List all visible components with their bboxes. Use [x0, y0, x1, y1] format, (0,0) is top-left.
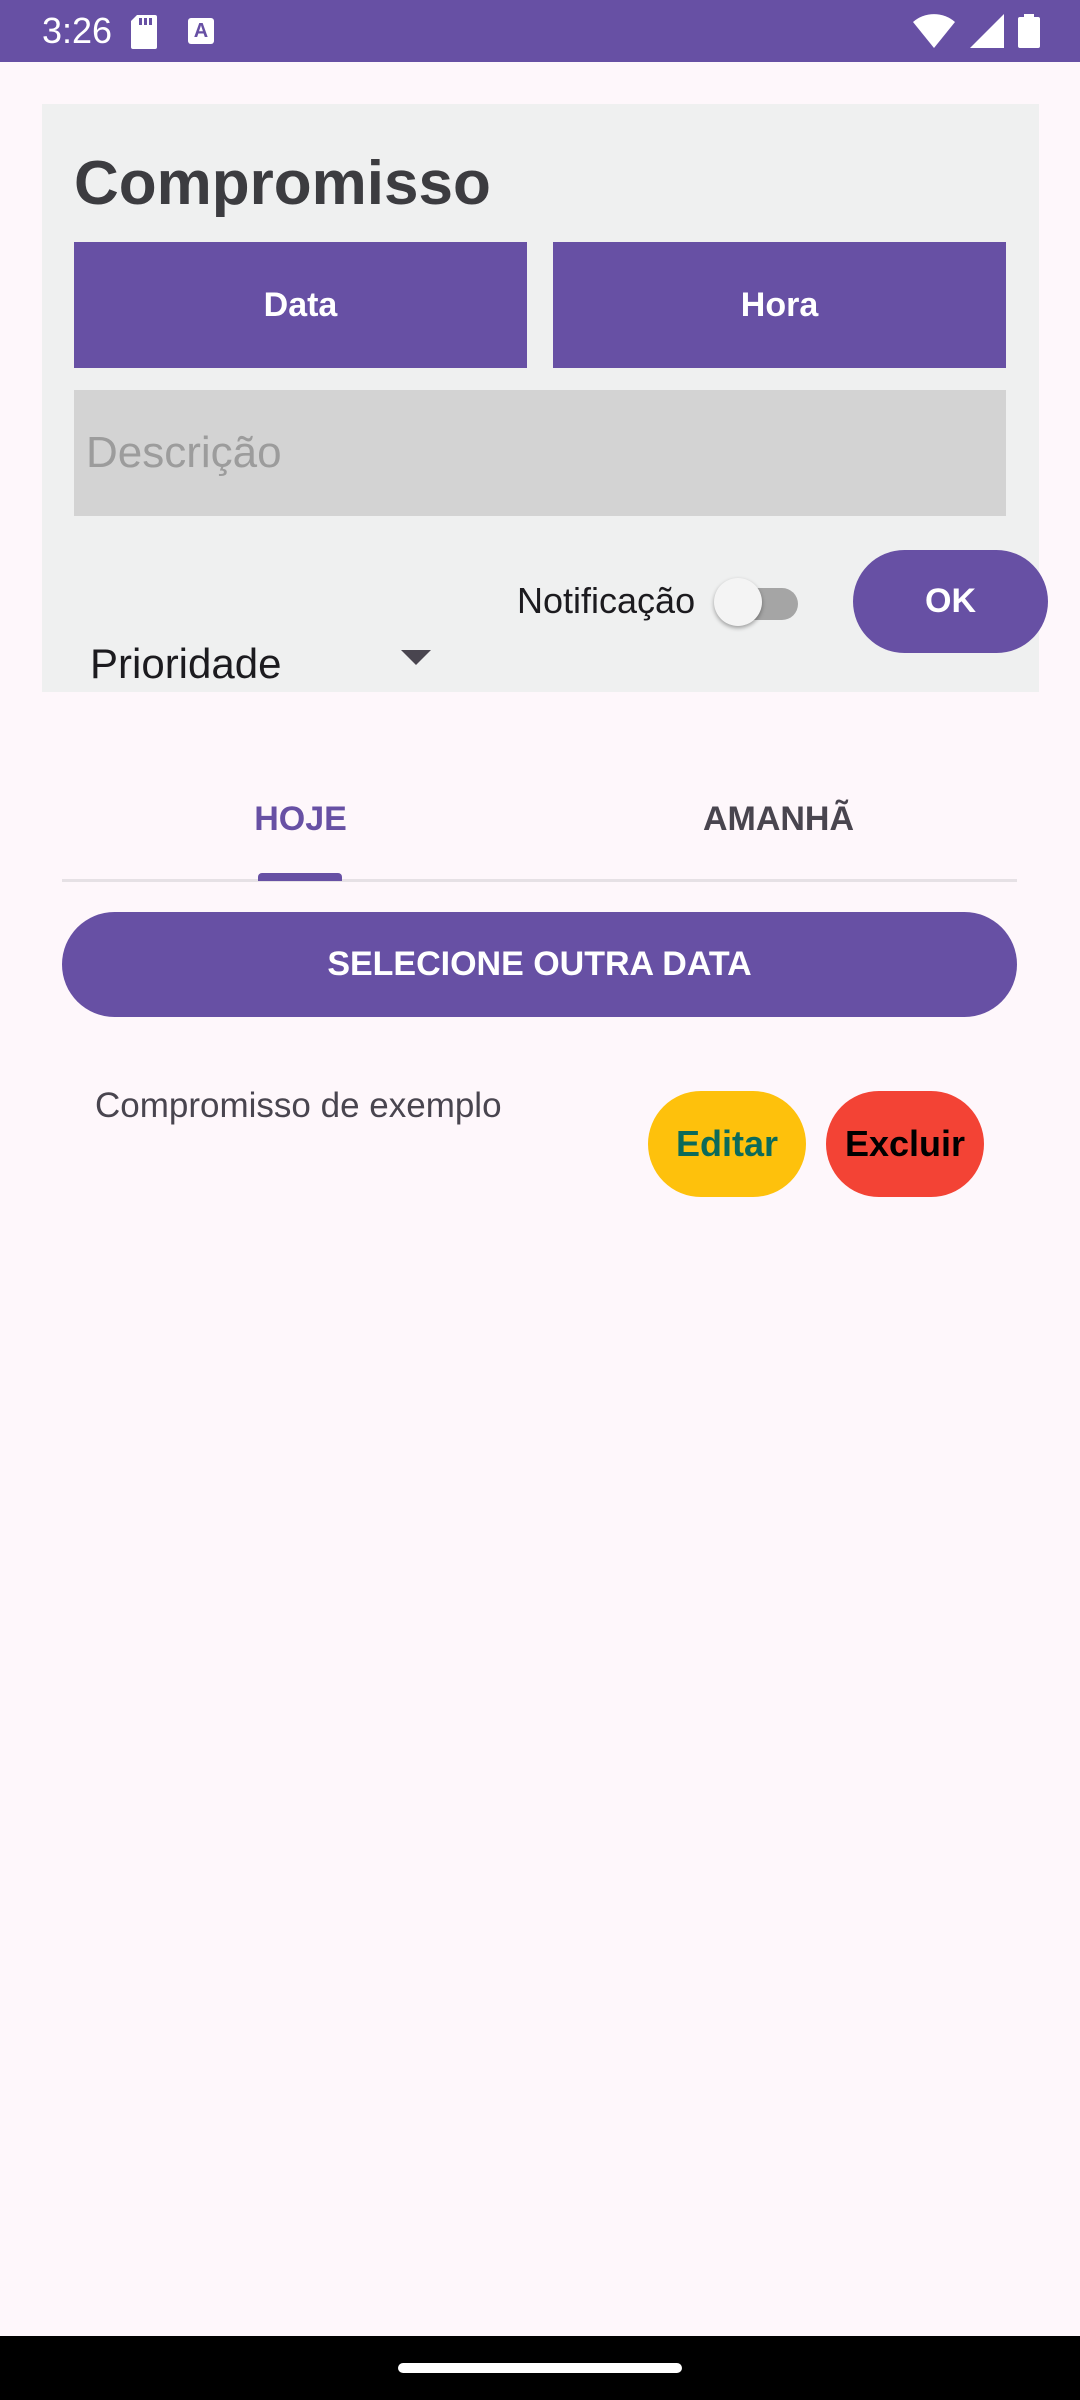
form-title: Compromisso	[74, 149, 491, 218]
system-status-icons	[903, 14, 1040, 48]
appointment-form-card: Compromisso Data Hora Prioridade Notific…	[42, 104, 1048, 692]
notification-label: Notificação	[517, 580, 696, 621]
select-other-date-button[interactable]: SELECIONE OUTRA DATA	[62, 912, 1017, 1017]
a-badge-icon: A	[188, 18, 214, 44]
signal-icon	[969, 14, 1004, 48]
notification-switch[interactable]	[714, 578, 800, 626]
appointment-description: Compromisso de exemplo	[95, 1086, 502, 1125]
dropdown-arrow-icon	[401, 650, 431, 671]
description-input[interactable]	[74, 390, 1006, 516]
tab-indicator	[258, 873, 342, 881]
home-gesture-handle[interactable]	[398, 2363, 682, 2373]
battery-icon	[1018, 14, 1040, 48]
date-button[interactable]: Data	[74, 242, 527, 368]
sd-card-icon	[131, 15, 157, 54]
wifi-icon	[913, 14, 956, 48]
tab-today[interactable]: HOJE	[62, 760, 539, 879]
tab-tomorrow[interactable]: AMANHÃ	[540, 760, 1017, 879]
navigation-bar	[0, 2336, 1080, 2400]
switch-thumb	[714, 578, 762, 626]
delete-button[interactable]: Excluir	[826, 1091, 984, 1197]
priority-selected-value: Prioridade	[90, 640, 282, 687]
priority-dropdown[interactable]: Prioridade	[74, 620, 474, 702]
ok-button[interactable]: OK	[853, 550, 1048, 653]
status-time: 3:26	[42, 10, 113, 51]
time-button[interactable]: Hora	[553, 242, 1006, 368]
day-tabs: HOJE AMANHÃ	[62, 760, 1017, 882]
status-bar: 3:26 A	[0, 0, 1080, 62]
edit-button[interactable]: Editar	[648, 1091, 806, 1197]
